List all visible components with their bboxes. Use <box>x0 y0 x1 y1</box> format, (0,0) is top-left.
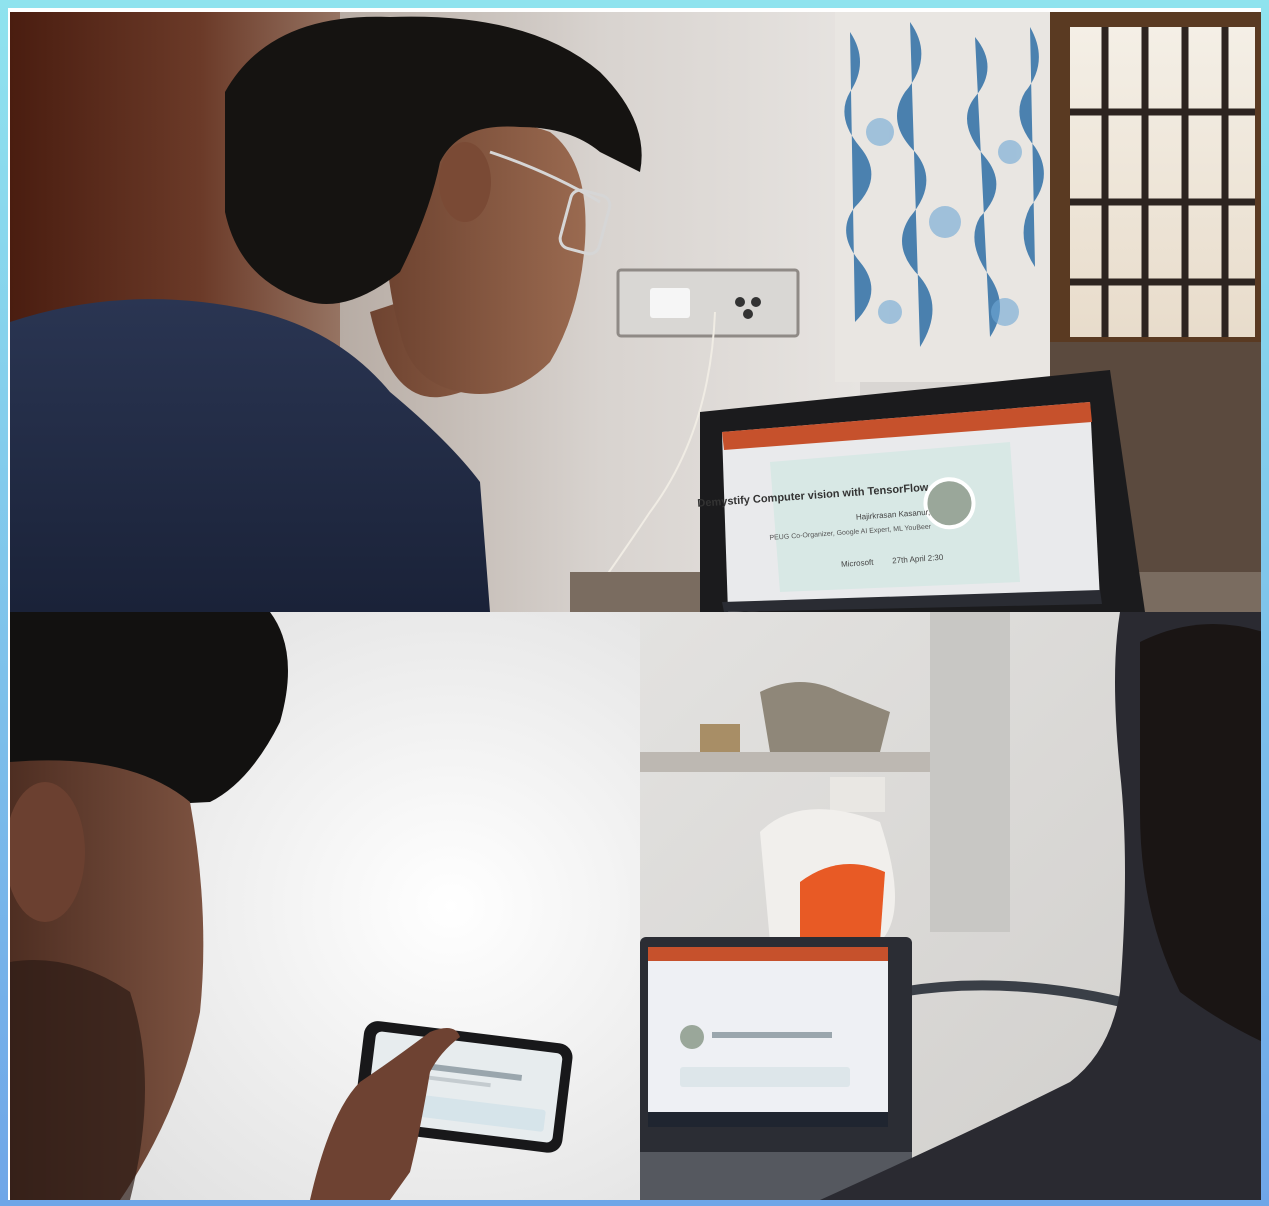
laptop-bottom <box>640 937 912 1200</box>
collage: Demystify Computer vision with TensorFlo… <box>8 8 1261 1200</box>
photo-bottom-right <box>640 612 1261 1200</box>
photo-bottom-left <box>10 612 640 1200</box>
photo-top: Demystify Computer vision with TensorFlo… <box>10 12 1261 612</box>
collage-frame: Demystify Computer vision with TensorFlo… <box>0 0 1269 1206</box>
photo-top-scene: Demystify Computer vision with TensorFlo… <box>10 12 1261 612</box>
photo-bottom-right-scene <box>640 612 1261 1200</box>
photo-bottom-left-scene <box>10 612 640 1200</box>
